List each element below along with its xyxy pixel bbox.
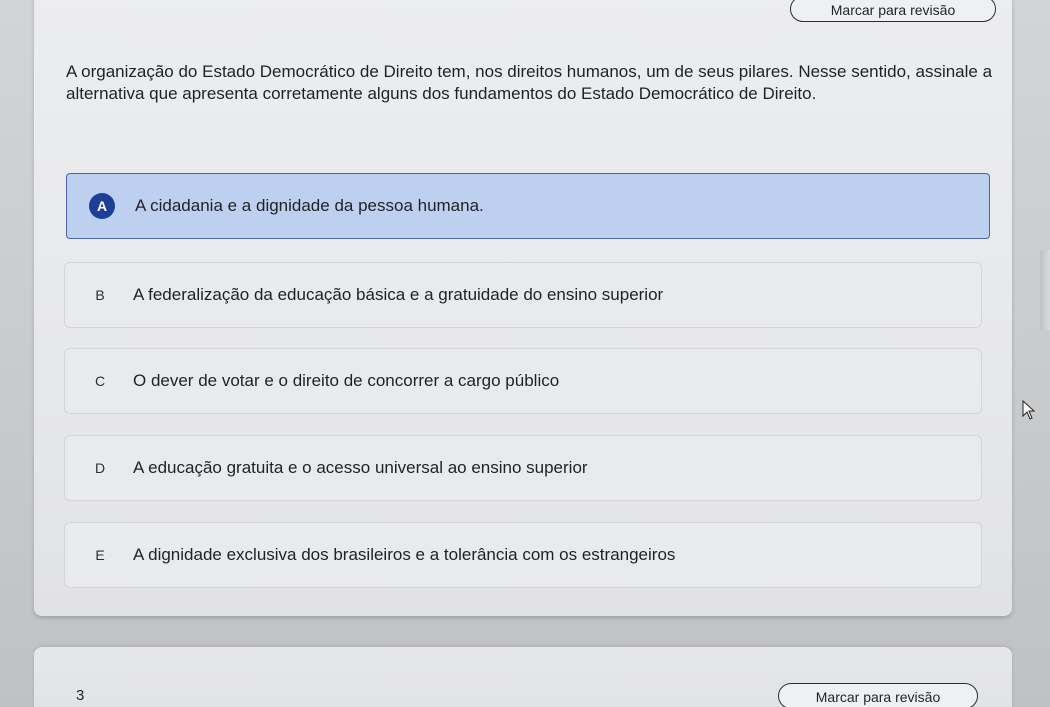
option-letter-badge: A [89,193,115,219]
option-text: A federalização da educação básica e a g… [133,285,664,304]
option-d[interactable]: D A educação gratuita e o acesso univers… [64,435,982,501]
mouse-pointer-icon [1022,400,1036,420]
option-text: O dever de votar e o direito de concorre… [133,371,560,390]
page-scrollbar[interactable] [1040,250,1050,330]
option-a[interactable]: A A cidadania e a dignidade da pessoa hu… [66,173,990,239]
question-text: A organização do Estado Democrático de D… [66,62,993,103]
question-number: 3 [76,687,85,704]
option-c[interactable]: C O dever de votar e o direito de concor… [64,348,982,414]
mark-for-review-button-next[interactable]: Marcar para revisão [778,683,978,707]
option-letter-badge: E [95,547,105,563]
option-text: A cidadania e a dignidade da pessoa huma… [135,196,484,215]
option-letter-badge: C [94,373,106,389]
option-b[interactable]: B A federalização da educação básica e a… [64,262,982,328]
option-e[interactable]: E A dignidade exclusiva dos brasileiros … [64,522,982,588]
mark-for-review-button[interactable]: Marcar para revisão [790,0,996,22]
option-letter-badge: B [95,287,105,303]
page: Marcar para revisão A organização do Est… [0,0,1050,707]
option-text: A educação gratuita e o acesso universal… [133,458,588,477]
option-text: A dignidade exclusiva dos brasileiros e … [133,545,676,564]
option-letter-badge: D [94,460,106,476]
